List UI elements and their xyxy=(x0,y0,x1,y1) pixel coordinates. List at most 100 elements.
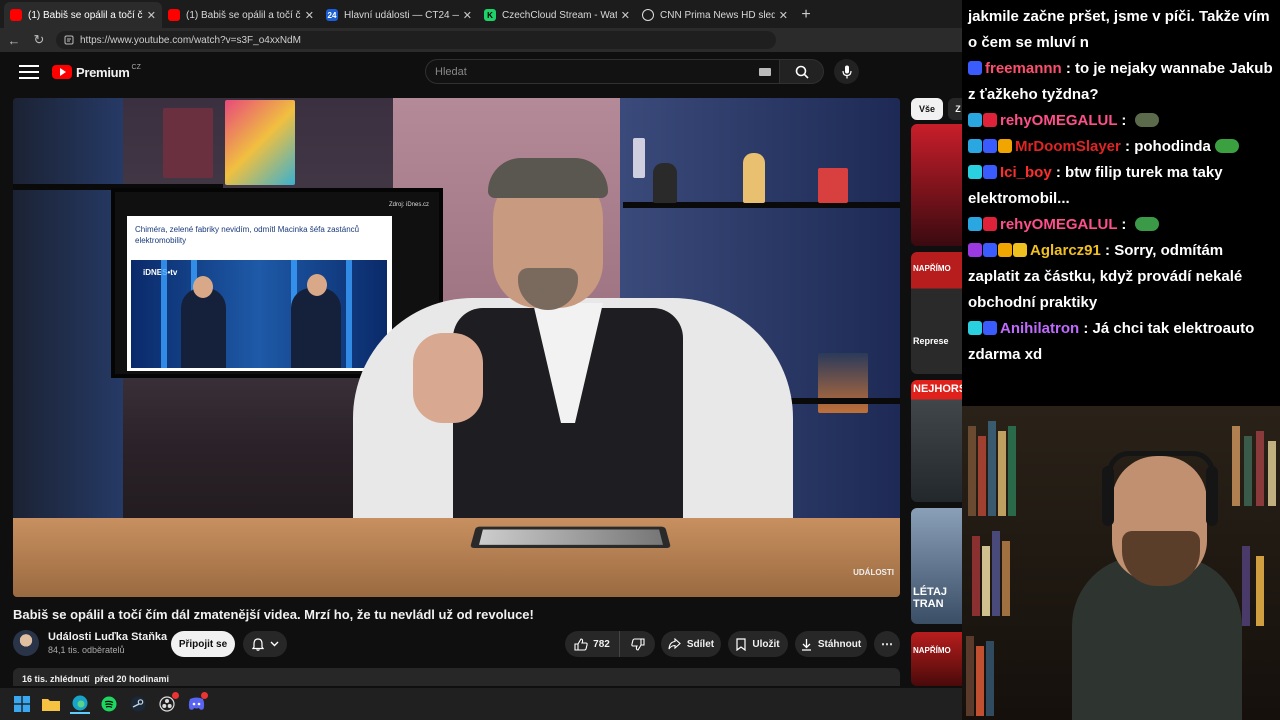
description-box[interactable]: 16 tis. zhlédnutí před 20 hodinami xyxy=(13,668,900,686)
chat-badge-icon xyxy=(983,217,997,231)
video-title: Babiš se opálil a točí čím dál zmatenějš… xyxy=(13,607,534,622)
edge-browser-icon[interactable] xyxy=(70,694,90,714)
chat-message: rehyOMEGALUL : xyxy=(968,212,1274,238)
address-bar[interactable]: https://www.youtube.com/watch?v=s3F_o4xx… xyxy=(56,31,776,49)
file-explorer-icon[interactable] xyxy=(41,694,61,714)
browser-tab-3[interactable]: 24 Hlavní události — ČT24 — Česká te ✕ xyxy=(320,2,478,28)
keyboard-icon[interactable] xyxy=(759,68,771,76)
more-actions-icon[interactable]: ⋯ xyxy=(874,631,900,657)
site-info-icon[interactable] xyxy=(64,35,74,45)
like-count: 782 xyxy=(593,638,610,650)
recommended-video-thumb[interactable]: NEJHORS xyxy=(911,380,962,502)
save-button[interactable]: Uložit xyxy=(728,631,788,657)
browser-tab-5[interactable]: CNN Prima News HD sledujte onli ✕ xyxy=(636,2,794,28)
tab-title: (1) Babiš se opálil a točí čím dál zm xyxy=(186,9,301,21)
thumb-sub-label: Represe xyxy=(913,336,949,346)
chat-badge-icon xyxy=(983,321,997,335)
join-button[interactable]: Připojit se xyxy=(171,631,235,657)
windows-start-icon[interactable] xyxy=(12,694,32,714)
menu-icon[interactable] xyxy=(19,65,39,79)
chat-text: pohodinda xyxy=(1134,138,1211,155)
chat-text: jakmile začne pršet, jsme v píči. Takže … xyxy=(968,8,1270,51)
browser-tab-strip: (1) Babiš se opálil a točí čím dál zm ✕ … xyxy=(0,0,962,28)
browser-tab-4[interactable]: K CzechCloud Stream - Watch Live o ✕ xyxy=(478,2,636,28)
back-arrow-icon[interactable]: ← xyxy=(3,29,25,51)
browser-tab-1[interactable]: (1) Babiš se opálil a točí čím dál zm ✕ xyxy=(4,2,162,28)
search-input[interactable]: Hledat xyxy=(425,59,780,84)
channel-name[interactable]: Události Luďka Staňka xyxy=(48,631,167,643)
chat-username[interactable]: Ici_boy xyxy=(1000,164,1052,181)
close-tab-icon[interactable]: ✕ xyxy=(779,9,788,22)
like-button[interactable]: 782 xyxy=(565,631,620,657)
tab-title: CNN Prima News HD sledujte onli xyxy=(660,9,775,21)
recommended-video-thumb[interactable]: LÉTAJ TRAN xyxy=(911,508,962,624)
desk xyxy=(13,518,900,597)
thumbs-down-icon xyxy=(630,637,645,651)
chat-badge-icon xyxy=(968,165,982,179)
thumb-label: LÉTAJ TRAN xyxy=(913,586,948,610)
streamer-webcam xyxy=(962,406,1280,720)
recommended-video-thumb[interactable]: NAPŘÍMO xyxy=(911,632,962,686)
close-tab-icon[interactable]: ✕ xyxy=(305,9,314,22)
discord-icon[interactable] xyxy=(186,692,208,714)
obs-icon[interactable] xyxy=(157,692,179,714)
chat-badge-icon xyxy=(968,113,982,127)
share-button[interactable]: Sdílet xyxy=(661,631,721,657)
tv-headline: Chiméra, zelené fabriky nevidím, odmítl … xyxy=(135,225,360,245)
search-placeholder: Hledat xyxy=(435,65,467,78)
chat-badge-icon xyxy=(968,243,982,257)
close-tab-icon[interactable]: ✕ xyxy=(147,9,156,22)
search-bar: Hledat xyxy=(425,59,824,84)
share-label: Sdílet xyxy=(686,638,715,650)
tab-title: CzechCloud Stream - Watch Live o xyxy=(502,9,617,21)
url-text: https://www.youtube.com/watch?v=s3F_o4xx… xyxy=(80,34,301,46)
dislike-button[interactable] xyxy=(620,631,655,657)
stream-chat: jakmile začne pršet, jsme v píči. Takže … xyxy=(962,0,1280,406)
chat-message: Aglarcz91 : Sorry, odmítám zaplatit za č… xyxy=(968,242,1243,311)
channel-avatar[interactable] xyxy=(13,630,39,656)
download-button[interactable]: Stáhnout xyxy=(795,631,867,657)
recommended-video-thumb[interactable]: NAPŘÍMO Represe xyxy=(911,252,962,374)
search-button[interactable] xyxy=(780,59,824,84)
chat-message: freemannn : to je nejaky wannabe Jakub z… xyxy=(968,60,1273,103)
tab-title: (1) Babiš se opálil a točí čím dál zm xyxy=(28,9,143,21)
steam-icon[interactable] xyxy=(128,694,148,714)
microphone-icon xyxy=(841,65,852,78)
globe-favicon-icon xyxy=(642,9,654,21)
notification-button[interactable] xyxy=(243,631,287,657)
filter-chip-all[interactable]: Vše xyxy=(911,98,943,120)
close-tab-icon[interactable]: ✕ xyxy=(621,9,630,22)
logo-country: CZ xyxy=(131,63,141,71)
chat-username[interactable]: rehyOMEGALUL xyxy=(1000,112,1117,129)
youtube-favicon-icon xyxy=(168,9,180,21)
close-tab-icon[interactable]: ✕ xyxy=(463,9,472,22)
chat-username[interactable]: freemannn xyxy=(985,60,1062,77)
windows-taskbar xyxy=(0,688,962,720)
video-player[interactable]: Zdroj: iDnes.cz Chiméra, zelené fabriky … xyxy=(13,98,900,597)
search-icon xyxy=(795,65,809,79)
save-label: Uložit xyxy=(752,638,780,650)
chat-badge-icon xyxy=(998,139,1012,153)
chat-username[interactable]: Aglarcz91 xyxy=(1030,242,1101,259)
tab-title: Hlavní události — ČT24 — Česká te xyxy=(344,9,459,21)
share-icon xyxy=(668,638,681,650)
chat-username[interactable]: rehyOMEGALUL xyxy=(1000,216,1117,233)
new-tab-icon[interactable]: + xyxy=(794,2,818,28)
chat-message: rehyOMEGALUL : xyxy=(968,108,1274,134)
voice-search-button[interactable] xyxy=(834,59,859,84)
ct24-favicon-icon: 24 xyxy=(326,9,338,21)
spotify-icon[interactable] xyxy=(99,694,119,714)
kick-favicon-icon: K xyxy=(484,9,496,21)
chat-username[interactable]: MrDoomSlayer xyxy=(1015,138,1121,155)
youtube-favicon-icon xyxy=(10,9,22,21)
chat-badge-icon xyxy=(1013,243,1027,257)
reload-icon[interactable]: ↻ xyxy=(28,29,50,51)
recommended-video-thumb[interactable] xyxy=(911,124,962,246)
chat-badge-icon xyxy=(983,243,997,257)
tablet-on-desk xyxy=(469,526,672,549)
youtube-logo[interactable]: Premium CZ xyxy=(52,63,141,80)
browser-tab-2[interactable]: (1) Babiš se opálil a točí čím dál zm ✕ xyxy=(162,2,320,28)
youtube-header: Premium CZ Hledat xyxy=(0,52,962,92)
chat-username[interactable]: Anihilatron xyxy=(1000,320,1079,337)
chat-badge-icon xyxy=(998,243,1012,257)
